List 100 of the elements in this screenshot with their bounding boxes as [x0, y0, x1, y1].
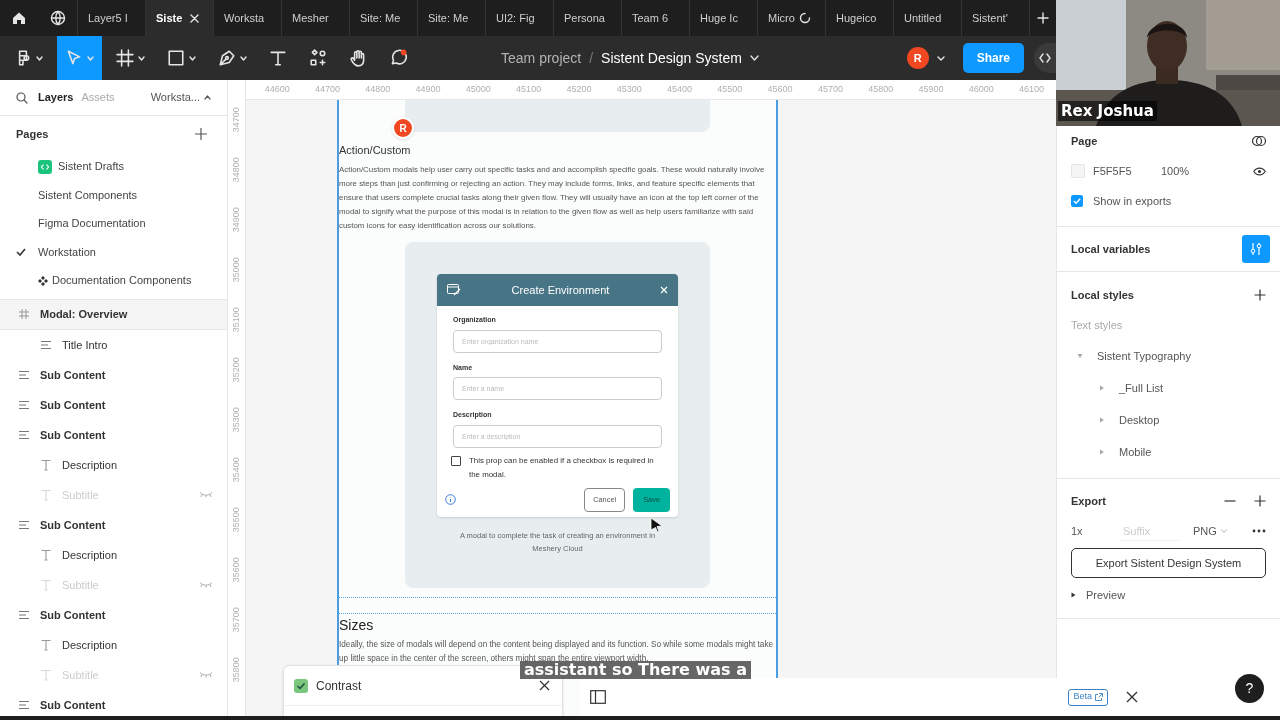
- style-group[interactable]: Mobile: [1071, 436, 1266, 468]
- home-icon[interactable]: [11, 10, 27, 26]
- page-item[interactable]: Documentation Components: [0, 266, 227, 295]
- mask-icon[interactable]: [1252, 135, 1266, 147]
- sidebar-icon[interactable]: [590, 690, 606, 704]
- component-icon: [38, 275, 48, 286]
- group-label: Text styles: [1071, 317, 1123, 333]
- stack-icon: [18, 699, 30, 711]
- layer-row[interactable]: Sub Content: [0, 510, 227, 540]
- ruler-label: 45200: [566, 82, 592, 96]
- close-icon[interactable]: [1126, 691, 1138, 703]
- color-swatch[interactable]: [1071, 164, 1085, 178]
- comment-icon: [389, 49, 407, 67]
- variables-button[interactable]: [1242, 235, 1270, 263]
- info-icon[interactable]: [445, 494, 456, 505]
- preview-toggle[interactable]: Preview: [1071, 578, 1266, 612]
- export-button[interactable]: Export Sistent Design System: [1071, 548, 1266, 578]
- ruler-label: 34900: [229, 207, 242, 233]
- layer-row[interactable]: Description: [0, 450, 227, 480]
- section-title: Local variables: [1071, 241, 1151, 257]
- style-group[interactable]: _Full List: [1071, 372, 1266, 404]
- layer-row[interactable]: Sub Content: [0, 390, 227, 420]
- ruler-label: 46100: [1019, 82, 1045, 96]
- plugin-check-icon: [294, 678, 308, 693]
- stack-icon: [18, 399, 30, 411]
- layer-row[interactable]: Description: [0, 540, 227, 570]
- ruler-label: 45000: [465, 82, 491, 96]
- pointer-icon: [65, 49, 83, 67]
- stack-icon: [18, 609, 30, 621]
- search-icon[interactable]: [16, 91, 28, 104]
- file-tab[interactable]: Siste: [146, 0, 214, 36]
- ruler-label: 45900: [918, 82, 944, 96]
- layer-row[interactable]: Sub Content: [0, 360, 227, 390]
- layer-row[interactable]: Title Intro: [0, 330, 227, 360]
- participant-name: Rex Joshua: [1058, 101, 1157, 121]
- ruler-label: 35200: [229, 357, 242, 383]
- page-selector[interactable]: Worksta...: [150, 89, 211, 106]
- layer-row[interactable]: Sub Content: [0, 600, 227, 630]
- layer-row[interactable]: Description: [0, 630, 227, 660]
- plus-icon[interactable]: [1254, 289, 1266, 301]
- ruler-label: 46000: [968, 82, 994, 96]
- page-item[interactable]: Sistent Components: [0, 180, 227, 210]
- text-layer-icon: [40, 579, 52, 591]
- add-page-icon[interactable]: [195, 128, 207, 141]
- ruler-label: 45100: [516, 82, 542, 96]
- ruler-label: 35500: [229, 507, 242, 533]
- code-icon: [1039, 53, 1051, 63]
- page-item[interactable]: Sistent Drafts: [0, 152, 227, 181]
- ruler-label: 44700: [314, 82, 340, 96]
- ruler-label: 35300: [229, 407, 242, 433]
- globe-icon[interactable]: [49, 10, 66, 26]
- user-avatar[interactable]: R: [906, 47, 929, 69]
- layer-row[interactable]: Modal: Overview: [0, 300, 227, 330]
- checkbox[interactable]: [451, 455, 461, 466]
- ruler-label: 45400: [667, 82, 693, 96]
- more-icon[interactable]: [1252, 529, 1266, 533]
- eye-icon[interactable]: [1253, 166, 1266, 176]
- ruler-label: 35100: [229, 307, 242, 333]
- plugin-title: Contrast: [316, 677, 362, 695]
- caret-icon: [1220, 529, 1227, 533]
- hand-icon: [349, 49, 367, 67]
- ruler-label: 35600: [229, 557, 242, 583]
- layer-row[interactable]: Sub Content: [0, 690, 227, 720]
- caret-icon[interactable]: [749, 55, 759, 61]
- caret-icon: [204, 95, 211, 101]
- environment-icon: [447, 284, 461, 296]
- scale-dropdown[interactable]: 1x: [1071, 522, 1121, 540]
- caret-icon[interactable]: [936, 55, 945, 61]
- layer-row[interactable]: Sub Content: [0, 420, 227, 450]
- ruler-label: 44600: [264, 82, 290, 96]
- ruler-label: 35400: [229, 457, 242, 483]
- beta-badge[interactable]: Beta: [1068, 688, 1108, 706]
- page-item[interactable]: Figma Documentation: [0, 209, 227, 238]
- style-group[interactable]: Desktop: [1071, 404, 1266, 436]
- dev-mode-toggle[interactable]: [1034, 43, 1056, 73]
- video-caption: assistant so There was a: [520, 661, 751, 679]
- pages-heading: Pages: [16, 127, 49, 142]
- ruler-label: 45500: [717, 82, 743, 96]
- stack-icon: [18, 429, 30, 441]
- checkbox[interactable]: [1071, 195, 1083, 207]
- style-group[interactable]: Sistent Typography: [1071, 340, 1266, 372]
- format-dropdown[interactable]: PNG: [1193, 522, 1227, 540]
- color-value[interactable]: F5F5F5: [1093, 162, 1161, 180]
- caret-icon: [36, 55, 43, 61]
- ruler-label: 35800: [229, 657, 242, 683]
- close-icon[interactable]: [539, 680, 550, 691]
- code-page-icon: [38, 159, 52, 174]
- project-name[interactable]: Team project: [501, 47, 582, 69]
- panel-tab[interactable]: Layers: [38, 89, 74, 106]
- opacity-value[interactable]: 100%: [1161, 162, 1190, 180]
- components-icon: [309, 49, 327, 67]
- sliders-icon: [1250, 242, 1262, 256]
- rectangle-icon: [167, 49, 185, 67]
- plus-icon[interactable]: [1254, 495, 1266, 507]
- file-name[interactable]: Sistent Design System: [601, 47, 742, 69]
- text-layer-icon: [40, 459, 52, 471]
- page-item[interactable]: Workstation: [0, 237, 227, 267]
- text-icon: [269, 49, 287, 67]
- text-layer-icon: [40, 639, 52, 651]
- ruler-label: 44800: [365, 82, 391, 96]
